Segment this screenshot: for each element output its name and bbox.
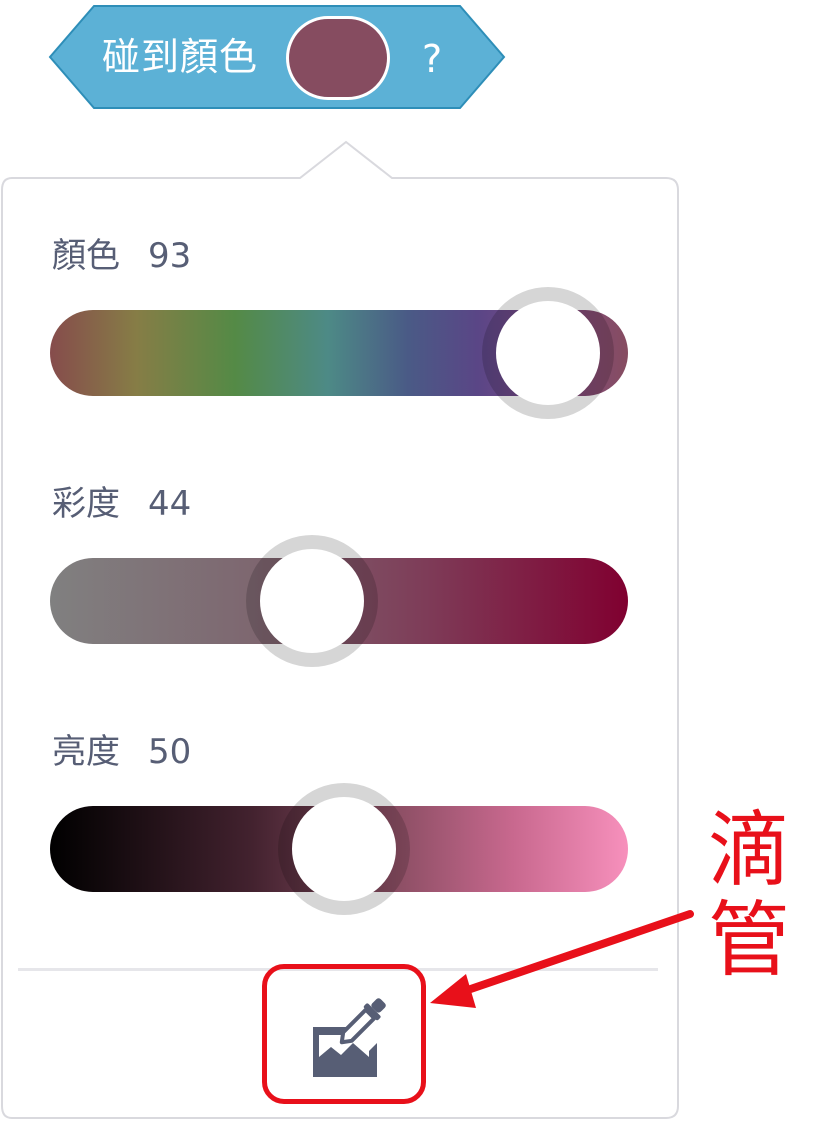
hue-label: 顏色 bbox=[52, 236, 120, 276]
eyedropper-annotation: 滴 管 bbox=[708, 806, 798, 986]
stage: 碰到顏色 ? 顏色 93 彩度 44 亮度 50 滴 管 bbox=[0, 0, 838, 1135]
block-question-mark: ? bbox=[422, 37, 443, 81]
touching-color-block[interactable]: 碰到顏色 ? bbox=[48, 4, 506, 110]
saturation-slider-thumb[interactable] bbox=[260, 549, 364, 653]
color-swatch[interactable] bbox=[286, 16, 390, 100]
annotation-line-1: 滴 bbox=[708, 803, 791, 898]
hue-label-row: 顏色 93 bbox=[52, 236, 191, 276]
annotation-line-2: 管 bbox=[708, 893, 791, 988]
brightness-label-row: 亮度 50 bbox=[52, 732, 191, 772]
saturation-value: 44 bbox=[148, 484, 192, 524]
hue-value: 93 bbox=[148, 236, 192, 276]
brightness-label: 亮度 bbox=[52, 732, 120, 772]
saturation-label: 彩度 bbox=[52, 484, 120, 524]
eyedropper-icon bbox=[313, 998, 386, 1077]
block-label: 碰到顏色 bbox=[102, 35, 259, 79]
saturation-label-row: 彩度 44 bbox=[52, 484, 191, 524]
hue-slider-thumb[interactable] bbox=[496, 301, 600, 405]
brightness-slider-thumb[interactable] bbox=[292, 797, 396, 901]
brightness-value: 50 bbox=[148, 732, 192, 772]
eyedropper-button[interactable] bbox=[262, 964, 426, 1104]
color-picker-popup: 顏色 93 彩度 44 亮度 50 bbox=[0, 140, 680, 1120]
